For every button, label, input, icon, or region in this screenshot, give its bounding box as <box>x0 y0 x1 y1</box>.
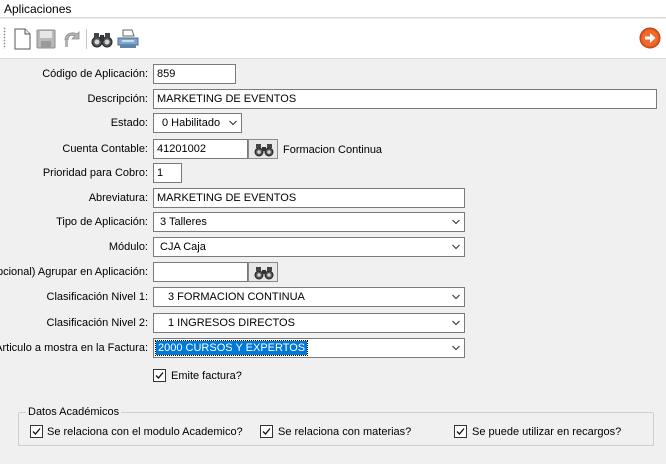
modulo-label: Módulo: <box>108 241 148 253</box>
save-button[interactable] <box>34 27 58 51</box>
agrupar-lookup-button[interactable] <box>248 262 278 282</box>
recargos-label: Se puede utilizar en recargos? <box>472 426 622 438</box>
print-button[interactable] <box>116 27 140 51</box>
emite-factura-checkbox[interactable] <box>153 369 166 382</box>
modulo-academico-label: Se relaciona con el modulo Academico? <box>47 426 243 438</box>
materias-label: Se relaciona con materias? <box>278 426 412 438</box>
binoculars-icon <box>254 267 274 280</box>
window-title-bar: Aplicaciones <box>0 0 666 18</box>
print-icon <box>117 29 139 48</box>
recargos-checkbox[interactable] <box>454 425 467 438</box>
window-title: Aplicaciones <box>4 2 72 16</box>
clasif1-value: 3 FORMACION CONTINUA <box>168 291 305 303</box>
chevron-down-icon <box>452 345 460 351</box>
modulo-select[interactable]: CJA Caja <box>153 237 465 257</box>
checkmark-icon <box>155 372 164 379</box>
undo-icon <box>64 31 80 47</box>
toolbar-separator <box>86 29 87 49</box>
estado-label: Estado: <box>110 117 148 129</box>
emite-factura-label: Emite factura? <box>171 370 242 382</box>
cuenta-label: Cuenta Contable: <box>62 143 148 155</box>
chevron-down-icon <box>452 244 460 250</box>
search-button[interactable] <box>90 27 114 51</box>
descripcion-label: Descripción: <box>87 93 148 105</box>
modulo-value: CJA Caja <box>160 241 206 253</box>
next-button[interactable] <box>639 27 661 49</box>
next-arrow-icon <box>639 27 661 49</box>
chevron-down-icon <box>229 120 237 126</box>
modulo-academico-checkbox[interactable] <box>30 425 43 438</box>
chevron-down-icon <box>452 219 460 225</box>
clasif1-select[interactable]: 3 FORMACION CONTINUA <box>153 287 465 307</box>
chevron-down-icon <box>452 320 460 326</box>
codigo-input[interactable] <box>153 64 236 84</box>
descripcion-input[interactable] <box>153 89 657 109</box>
save-icon <box>36 29 56 49</box>
clasif2-label: Clasificación Nivel 2: <box>46 317 148 329</box>
abreviatura-label: Abreviatura: <box>88 192 148 204</box>
cuenta-lookup-button[interactable] <box>248 139 278 159</box>
checkmark-icon <box>262 428 271 435</box>
chevron-down-icon <box>452 294 460 300</box>
new-document-button[interactable] <box>10 27 34 51</box>
prioridad-label: Prioridad para Cobro: <box>42 167 148 179</box>
undo-button[interactable] <box>60 27 84 51</box>
toolbar-grip[interactable] <box>3 27 6 49</box>
tipo-select[interactable]: 3 Talleres <box>153 212 465 232</box>
articulo-label: Articulo a mostra en la Factura: <box>0 342 148 354</box>
binoculars-icon <box>91 33 113 48</box>
clasif1-label: Clasificación Nivel 1: <box>46 291 148 303</box>
cuenta-description: Formacion Continua <box>283 144 383 156</box>
tipo-value: 3 Talleres <box>160 216 207 228</box>
checkmark-icon <box>32 428 41 435</box>
articulo-select[interactable]: 2000 CURSOS Y EXPERTOS <box>153 338 465 358</box>
clasif2-select[interactable]: 1 INGRESOS DIRECTOS <box>153 313 465 333</box>
materias-checkbox[interactable] <box>260 425 273 438</box>
clasif2-value: 1 INGRESOS DIRECTOS <box>168 317 295 329</box>
new-document-icon <box>14 28 31 50</box>
agrupar-input[interactable] <box>153 262 248 282</box>
codigo-label: Código de Aplicación: <box>42 68 148 80</box>
binoculars-icon <box>254 144 274 157</box>
cuenta-input[interactable] <box>153 139 248 159</box>
tipo-label: Tipo de Aplicación: <box>56 216 148 228</box>
agrupar-label: (Opcional) Agrupar en Aplicación: <box>0 266 148 278</box>
articulo-value: 2000 CURSOS Y EXPERTOS <box>154 340 309 356</box>
checkmark-icon <box>456 428 465 435</box>
datos-academicos-title: Datos Académicos <box>26 405 122 419</box>
estado-value: 0 Habilitado <box>162 117 221 129</box>
estado-select[interactable]: 0 Habilitado <box>153 113 242 133</box>
abreviatura-input[interactable] <box>153 188 465 208</box>
toolbar <box>0 19 666 59</box>
prioridad-input[interactable] <box>153 163 182 183</box>
